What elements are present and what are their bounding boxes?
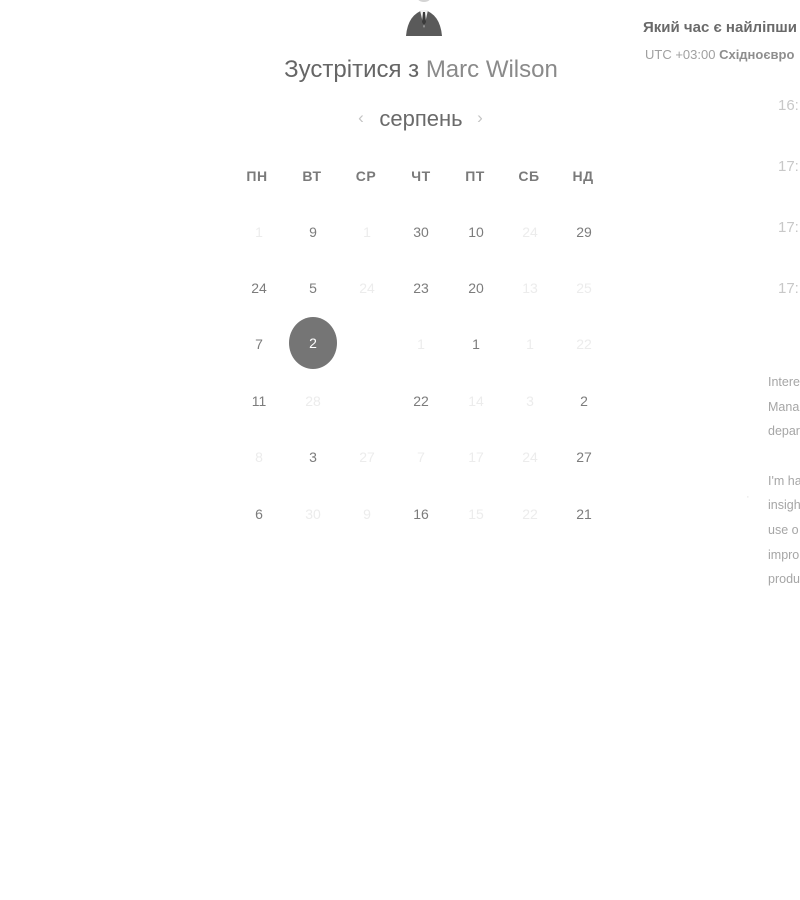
calendar-day[interactable]: 20 (451, 263, 501, 313)
calendar-day[interactable]: 23 (396, 263, 446, 313)
timezone-selector[interactable]: UTC +03:00 Східноєвро (645, 47, 794, 62)
calendar-day[interactable]: 1 (451, 319, 501, 369)
calendar-day: 24 (359, 280, 375, 296)
time-slot[interactable]: 17: (778, 219, 799, 236)
time-slot[interactable]: 16: (778, 97, 799, 114)
calendar-day: 30 (305, 506, 321, 522)
weekday-label: ПН (246, 168, 268, 184)
calendar-day: 25 (576, 280, 592, 296)
description-line: I'm ha (768, 473, 800, 488)
calendar-day: 9 (363, 506, 371, 522)
description-line: use o (768, 522, 799, 537)
calendar-day[interactable]: 10 (451, 207, 501, 257)
description-paragraph: I'm ha insigh use o impro produ (768, 469, 800, 592)
calendar-day: 1 (255, 224, 263, 240)
description-paragraph: Intere Mana depar (768, 370, 800, 444)
calendar-day[interactable]: 2 (559, 376, 609, 426)
calendar-day: 1 (526, 336, 534, 352)
chevron-left-icon[interactable]: ‹ (354, 108, 368, 128)
calendar-day[interactable]: 24 (234, 263, 284, 313)
calendar-day[interactable]: 6 (234, 489, 284, 539)
weekday-header: ПН ВТ СР ЧТ ПТ СБ НД (230, 168, 610, 188)
timezone-name: Східноєвро (719, 47, 795, 62)
calendar-day: 22 (576, 336, 592, 352)
calendar-day[interactable]: 30 (396, 207, 446, 257)
calendar-day[interactable]: 22 (396, 376, 446, 426)
calendar-day-selected[interactable]: 2 (289, 317, 337, 369)
timezone-offset: UTC +03:00 (645, 47, 720, 62)
calendar-day[interactable]: 11 (234, 376, 284, 426)
weekday-label: ВТ (302, 168, 322, 184)
calendar-day[interactable]: 16 (396, 489, 446, 539)
description-line: impro (768, 547, 800, 562)
chevron-right-icon[interactable]: › (473, 108, 487, 128)
description-line: Intere (768, 375, 800, 389)
calendar-day[interactable]: 9 (288, 207, 338, 257)
calendar-day: 27 (359, 449, 375, 465)
aside-mark: · (746, 491, 750, 503)
booking-page: Зустрітися з Marc Wilson серпень ‹ › ПН … (0, 0, 800, 900)
calendar-day: 1 (417, 336, 425, 352)
weekday-label: СР (355, 168, 377, 184)
description-line: Mana (768, 399, 800, 414)
weekday-label: ПТ (465, 168, 485, 184)
calendar-day[interactable]: 27 (559, 432, 609, 482)
host-avatar (406, 0, 442, 36)
calendar-day: 24 (522, 224, 538, 240)
month-navigation: серпень ‹ › (340, 104, 500, 134)
time-slot[interactable]: 17: (778, 280, 799, 297)
time-question: Який час є найліпши (643, 19, 798, 36)
calendar-day: 13 (522, 280, 538, 296)
description-line: depar (768, 424, 800, 439)
calendar-day: 1 (363, 224, 371, 240)
weekday-label: ЧТ (411, 168, 431, 184)
calendar-day[interactable]: 21 (559, 489, 609, 539)
calendar-day: 17 (468, 449, 484, 465)
calendar-day[interactable]: 7 (234, 319, 284, 369)
calendar-grid: 1 9 1 30 10 24 29 24 5 24 23 20 13 25 7 2 1 1 1 22 11 28 22 14 3… (0, 0, 800, 900)
description-line: produ (768, 572, 800, 587)
calendar-day[interactable]: 29 (559, 207, 609, 257)
calendar-day: 24 (522, 449, 538, 465)
weekday-label: НД (572, 168, 594, 184)
description-line: insigh (768, 498, 800, 513)
calendar-day: 8 (255, 449, 263, 465)
meet-prefix: Зустрітися з (284, 56, 426, 83)
calendar-day: 3 (526, 393, 534, 409)
calendar-day: 28 (305, 393, 321, 409)
calendar-day[interactable]: 5 (288, 263, 338, 313)
time-slot[interactable]: 17: (778, 158, 799, 175)
calendar-day[interactable]: 3 (288, 432, 338, 482)
weekday-label: СБ (518, 168, 540, 184)
event-description: Intere Mana depar I'm ha insigh use o im… (768, 370, 800, 617)
calendar-day: 7 (417, 449, 425, 465)
host-name: Marc Wilson (425, 56, 558, 83)
calendar-day: 15 (468, 506, 484, 522)
calendar-day: 14 (468, 393, 484, 409)
calendar-day: 22 (522, 506, 538, 522)
